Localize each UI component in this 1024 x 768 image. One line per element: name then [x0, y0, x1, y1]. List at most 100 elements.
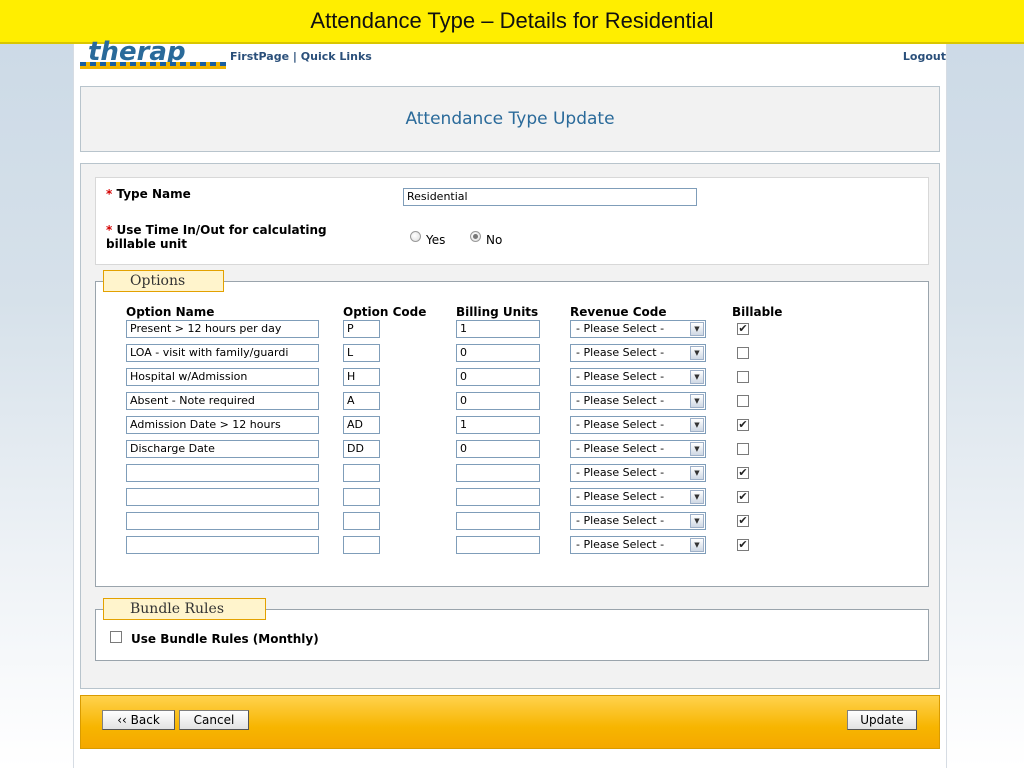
billing-units-input[interactable]: 1 — [456, 416, 540, 434]
revenue-code-select[interactable]: - Please Select - ▼ — [570, 536, 706, 554]
option-code-input[interactable]: H — [343, 368, 380, 386]
option-name-input[interactable]: Admission Date > 12 hours — [126, 416, 319, 434]
dropdown-arrow-icon[interactable]: ▼ — [690, 442, 704, 456]
revenue-code-select-value: - Please Select - — [576, 514, 665, 527]
billing-units-input[interactable]: 0 — [456, 392, 540, 410]
quick-links-link[interactable]: Quick Links — [301, 50, 372, 63]
option-name-input[interactable] — [126, 512, 319, 530]
billable-checkbox[interactable] — [737, 443, 749, 455]
option-code-input[interactable]: P — [343, 320, 380, 338]
options-legend: Options — [103, 270, 224, 292]
revenue-code-select-value: - Please Select - — [576, 394, 665, 407]
option-code-input[interactable] — [343, 488, 380, 506]
time-inout-label: * Use Time In/Out for calculating billab… — [106, 223, 327, 251]
dropdown-arrow-icon[interactable]: ▼ — [690, 346, 704, 360]
billable-checkbox[interactable] — [737, 347, 749, 359]
time-inout-label-line2: billable unit — [106, 237, 187, 251]
option-code-input[interactable] — [343, 512, 380, 530]
revenue-code-select[interactable]: - Please Select - ▼ — [570, 512, 706, 530]
header-option-code: Option Code — [343, 305, 427, 319]
option-name-input[interactable]: Hospital w/Admission — [126, 368, 319, 386]
revenue-code-select-value: - Please Select - — [576, 442, 665, 455]
revenue-code-select[interactable]: - Please Select - ▼ — [570, 344, 706, 362]
time-inout-label-line1: Use Time In/Out for calculating — [116, 223, 327, 237]
form-panel: * Type Name Residential * Use Time In/Ou… — [80, 163, 940, 689]
option-code-input[interactable]: DD — [343, 440, 380, 458]
revenue-code-select[interactable]: - Please Select - ▼ — [570, 392, 706, 410]
revenue-code-select[interactable]: - Please Select - ▼ — [570, 320, 706, 338]
billing-units-input[interactable] — [456, 536, 540, 554]
billable-checkbox[interactable] — [737, 371, 749, 383]
billing-units-input[interactable] — [456, 512, 540, 530]
option-name-input[interactable]: Absent - Note required — [126, 392, 319, 410]
billable-checkbox[interactable]: ✔ — [737, 491, 749, 503]
option-code-input[interactable] — [343, 464, 380, 482]
dropdown-arrow-icon[interactable]: ▼ — [690, 370, 704, 384]
header-option-name: Option Name — [126, 305, 215, 319]
back-button[interactable]: ‹‹ Back — [102, 710, 175, 730]
update-button[interactable]: Update — [847, 710, 917, 730]
dropdown-arrow-icon[interactable]: ▼ — [690, 490, 704, 504]
action-bar: ‹‹ Back Cancel Update — [80, 695, 940, 749]
option-code-input[interactable]: A — [343, 392, 380, 410]
type-name-label: * Type Name — [106, 187, 191, 201]
nav-links: FirstPage | Quick Links — [230, 50, 372, 63]
dropdown-arrow-icon[interactable]: ▼ — [690, 538, 704, 552]
billable-checkbox[interactable]: ✔ — [737, 515, 749, 527]
billing-units-input[interactable]: 0 — [456, 440, 540, 458]
option-code-input[interactable]: AD — [343, 416, 380, 434]
billing-units-input[interactable]: 0 — [456, 368, 540, 386]
bundle-legend: Bundle Rules — [103, 598, 266, 620]
radio-no[interactable] — [470, 231, 481, 242]
billable-checkbox[interactable] — [737, 395, 749, 407]
option-code-input[interactable]: L — [343, 344, 380, 362]
revenue-code-select-value: - Please Select - — [576, 418, 665, 431]
billable-checkbox[interactable]: ✔ — [737, 467, 749, 479]
radio-yes[interactable] — [410, 231, 421, 242]
revenue-code-select[interactable]: - Please Select - ▼ — [570, 368, 706, 386]
revenue-code-select[interactable]: - Please Select - ▼ — [570, 488, 706, 506]
header-billable: Billable — [732, 305, 783, 319]
revenue-code-select-value: - Please Select - — [576, 370, 665, 383]
option-name-input[interactable]: LOA - visit with family/guardi — [126, 344, 319, 362]
dropdown-arrow-icon[interactable]: ▼ — [690, 418, 704, 432]
required-mark: * — [106, 223, 113, 237]
billing-units-input[interactable]: 1 — [456, 320, 540, 338]
bundle-rules-checkbox[interactable] — [110, 631, 122, 643]
option-name-input[interactable] — [126, 464, 319, 482]
option-code-input[interactable] — [343, 536, 380, 554]
page-header-panel: Attendance Type Update — [80, 86, 940, 152]
app-page: therap FirstPage | Quick Links Logout At… — [73, 38, 947, 768]
radio-yes-label: Yes — [426, 233, 446, 247]
radio-no-label: No — [486, 233, 503, 247]
revenue-code-select[interactable]: - Please Select - ▼ — [570, 416, 706, 434]
billable-checkbox[interactable]: ✔ — [737, 323, 749, 335]
type-name-input[interactable]: Residential — [403, 188, 697, 206]
option-name-input[interactable]: Present > 12 hours per day — [126, 320, 319, 338]
dropdown-arrow-icon[interactable]: ▼ — [690, 394, 704, 408]
dropdown-arrow-icon[interactable]: ▼ — [690, 322, 704, 336]
dropdown-arrow-icon[interactable]: ▼ — [690, 466, 704, 480]
billable-checkbox[interactable]: ✔ — [737, 419, 749, 431]
cancel-button[interactable]: Cancel — [179, 710, 249, 730]
revenue-code-select-value: - Please Select - — [576, 490, 665, 503]
option-name-input[interactable] — [126, 488, 319, 506]
basic-info-box: * Type Name Residential * Use Time In/Ou… — [95, 177, 929, 265]
option-name-input[interactable] — [126, 536, 319, 554]
therap-logo: therap — [80, 38, 226, 69]
billing-units-input[interactable] — [456, 464, 540, 482]
revenue-code-select[interactable]: - Please Select - ▼ — [570, 440, 706, 458]
revenue-code-select-value: - Please Select - — [576, 322, 665, 335]
top-navigation: therap FirstPage | Quick Links Logout — [74, 38, 946, 70]
logout-link[interactable]: Logout — [903, 50, 946, 63]
billing-units-input[interactable]: 0 — [456, 344, 540, 362]
option-name-input[interactable]: Discharge Date — [126, 440, 319, 458]
revenue-code-select[interactable]: - Please Select - ▼ — [570, 464, 706, 482]
billing-units-input[interactable] — [456, 488, 540, 506]
bundle-rules-label: Use Bundle Rules (Monthly) — [131, 632, 319, 646]
firstpage-link[interactable]: FirstPage — [230, 50, 289, 63]
billable-checkbox[interactable]: ✔ — [737, 539, 749, 551]
revenue-code-select-value: - Please Select - — [576, 466, 665, 479]
dropdown-arrow-icon[interactable]: ▼ — [690, 514, 704, 528]
page-title: Attendance Type Update — [405, 109, 615, 129]
